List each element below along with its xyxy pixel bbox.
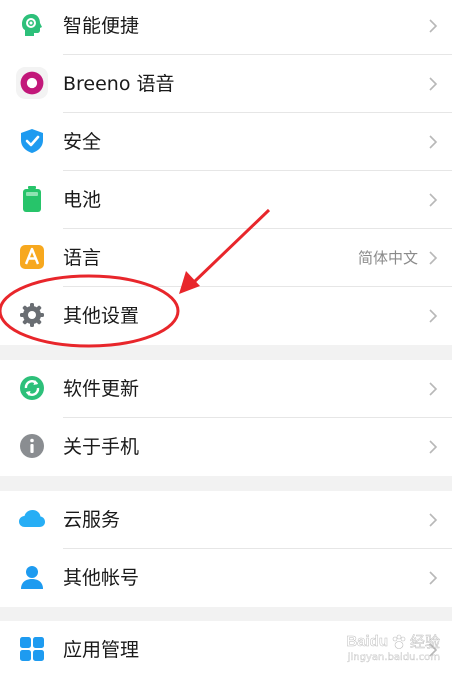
person-icon — [21, 566, 43, 589]
setting-label: 语言 — [63, 247, 102, 269]
chevron-right-icon — [429, 19, 438, 33]
setting-label: 智能便捷 — [63, 15, 140, 37]
gear-icon — [20, 303, 44, 327]
watermark-url: jingyan.baidu.com — [347, 652, 441, 663]
setting-label: 其他设置 — [63, 305, 140, 327]
watermark-brand: Baidu — [346, 633, 388, 651]
setting-item-language[interactable]: 语言 简体中文 — [0, 229, 452, 287]
setting-label: 关于手机 — [63, 436, 140, 458]
chevron-right-icon — [429, 440, 438, 454]
setting-item-cloud-service[interactable]: 云服务 — [0, 491, 452, 549]
setting-item-other-settings[interactable]: 其他设置 — [0, 287, 452, 345]
smart-assist-icon — [22, 14, 42, 36]
setting-item-battery[interactable]: 电池 — [0, 171, 452, 229]
setting-label: 安全 — [63, 131, 102, 153]
shield-check-icon — [21, 129, 43, 153]
breeno-voice-icon — [16, 67, 48, 99]
chevron-right-icon — [429, 382, 438, 396]
setting-item-about-phone[interactable]: 关于手机 — [0, 418, 452, 476]
cloud-icon — [19, 510, 45, 527]
chevron-right-icon — [429, 513, 438, 527]
setting-label: Breeno 语音 — [63, 73, 175, 95]
settings-group-1: 智能便捷 Breeno 语音 安全 电池 语言 简体中文 其他设置 — [0, 0, 452, 345]
setting-label: 其他帐号 — [63, 567, 140, 589]
chevron-right-icon — [429, 309, 438, 323]
chevron-right-icon — [429, 571, 438, 585]
info-icon — [20, 434, 44, 458]
battery-icon — [23, 186, 41, 212]
setting-label: 应用管理 — [63, 639, 140, 661]
setting-value: 简体中文 — [357, 249, 418, 267]
setting-label: 云服务 — [63, 509, 121, 531]
settings-group-3: 云服务 其他帐号 — [0, 491, 452, 607]
setting-item-security[interactable]: 安全 — [0, 113, 452, 171]
setting-label: 电池 — [63, 189, 102, 211]
language-a-icon — [20, 245, 44, 269]
paw-icon — [392, 634, 406, 649]
setting-item-breeno-voice[interactable]: Breeno 语音 — [0, 55, 452, 113]
app-grid-icon — [20, 637, 44, 661]
chevron-right-icon — [429, 193, 438, 207]
watermark: Baidu 经验 jingyan.baidu.com — [346, 631, 440, 663]
watermark-jingyan: 经验 — [409, 633, 441, 652]
setting-label: 软件更新 — [63, 378, 140, 400]
chevron-right-icon — [429, 251, 438, 265]
chevron-right-icon — [429, 77, 438, 91]
update-icon — [20, 376, 44, 400]
setting-item-other-accounts[interactable]: 其他帐号 — [0, 549, 452, 607]
chevron-right-icon — [429, 135, 438, 149]
setting-item-smart-assist[interactable]: 智能便捷 — [0, 0, 452, 55]
setting-item-software-update[interactable]: 软件更新 — [0, 360, 452, 418]
settings-group-2: 软件更新 关于手机 — [0, 360, 452, 476]
